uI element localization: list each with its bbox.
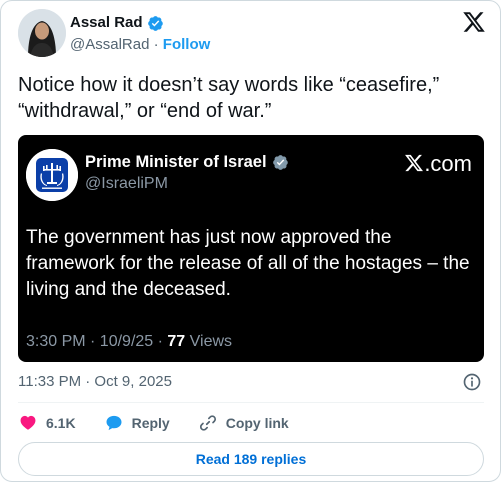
speech-bubble-icon xyxy=(106,415,122,431)
embedded-post-card[interactable]: Prime Minister of Israel @IsraeliPM .com… xyxy=(18,135,484,362)
tweet-text: Notice how it doesn’t say words like “ce… xyxy=(18,74,440,122)
embedded-author-handle: @IsraeliPM xyxy=(85,175,168,192)
divider xyxy=(18,402,484,403)
info-icon[interactable] xyxy=(462,372,482,392)
reply-button[interactable]: Reply xyxy=(104,413,170,433)
author-handle[interactable]: @AssalRad xyxy=(70,36,149,53)
embedded-post-meta: 3:30 PM · 10/9/25 · 77 Views xyxy=(26,331,232,353)
x-brand-icon xyxy=(405,154,424,172)
like-button[interactable]: 6.1K xyxy=(18,413,76,433)
like-count: 6.1K xyxy=(46,415,76,431)
tweet-card: Assal Rad @AssalRad · Follow Notice how … xyxy=(0,0,501,482)
author-name-text[interactable]: Assal Rad xyxy=(70,13,143,33)
copy-link-label: Copy link xyxy=(225,415,289,431)
author-name[interactable]: Assal Rad xyxy=(70,13,164,33)
heart-icon xyxy=(20,415,36,430)
author-avatar[interactable] xyxy=(18,9,66,57)
read-replies-button[interactable]: Read 189 replies xyxy=(18,442,484,476)
follow-button[interactable]: Follow xyxy=(163,36,211,53)
embedded-time-date: 3:30 PM · 10/9/25 · xyxy=(26,333,168,350)
x-logo-icon[interactable] xyxy=(462,10,486,34)
embedded-author-name: Prime Minister of Israel xyxy=(85,151,289,173)
embedded-views-count: 77 xyxy=(167,333,186,350)
embedded-author-name-text: Prime Minister of Israel xyxy=(85,153,267,171)
author-handle-row: @AssalRad · Follow xyxy=(70,35,210,55)
gray-verified-badge-icon xyxy=(272,154,288,170)
embedded-avatar xyxy=(26,149,78,201)
x-com-brand: .com xyxy=(404,151,472,177)
post-timestamp[interactable]: 11:33 PM · Oct 9, 2025 xyxy=(18,372,172,392)
reply-label: Reply xyxy=(131,415,170,431)
action-bar: 6.1K Reply Copy link xyxy=(18,410,289,436)
verified-badge-icon xyxy=(147,15,163,31)
link-icon xyxy=(199,415,216,431)
embedded-post-text: The government has just now approved the… xyxy=(26,227,470,300)
copy-link-button[interactable]: Copy link xyxy=(198,413,289,433)
brand-domain: .com xyxy=(424,151,472,176)
separator-dot: · xyxy=(153,36,159,53)
embedded-views-label: Views xyxy=(185,333,233,350)
